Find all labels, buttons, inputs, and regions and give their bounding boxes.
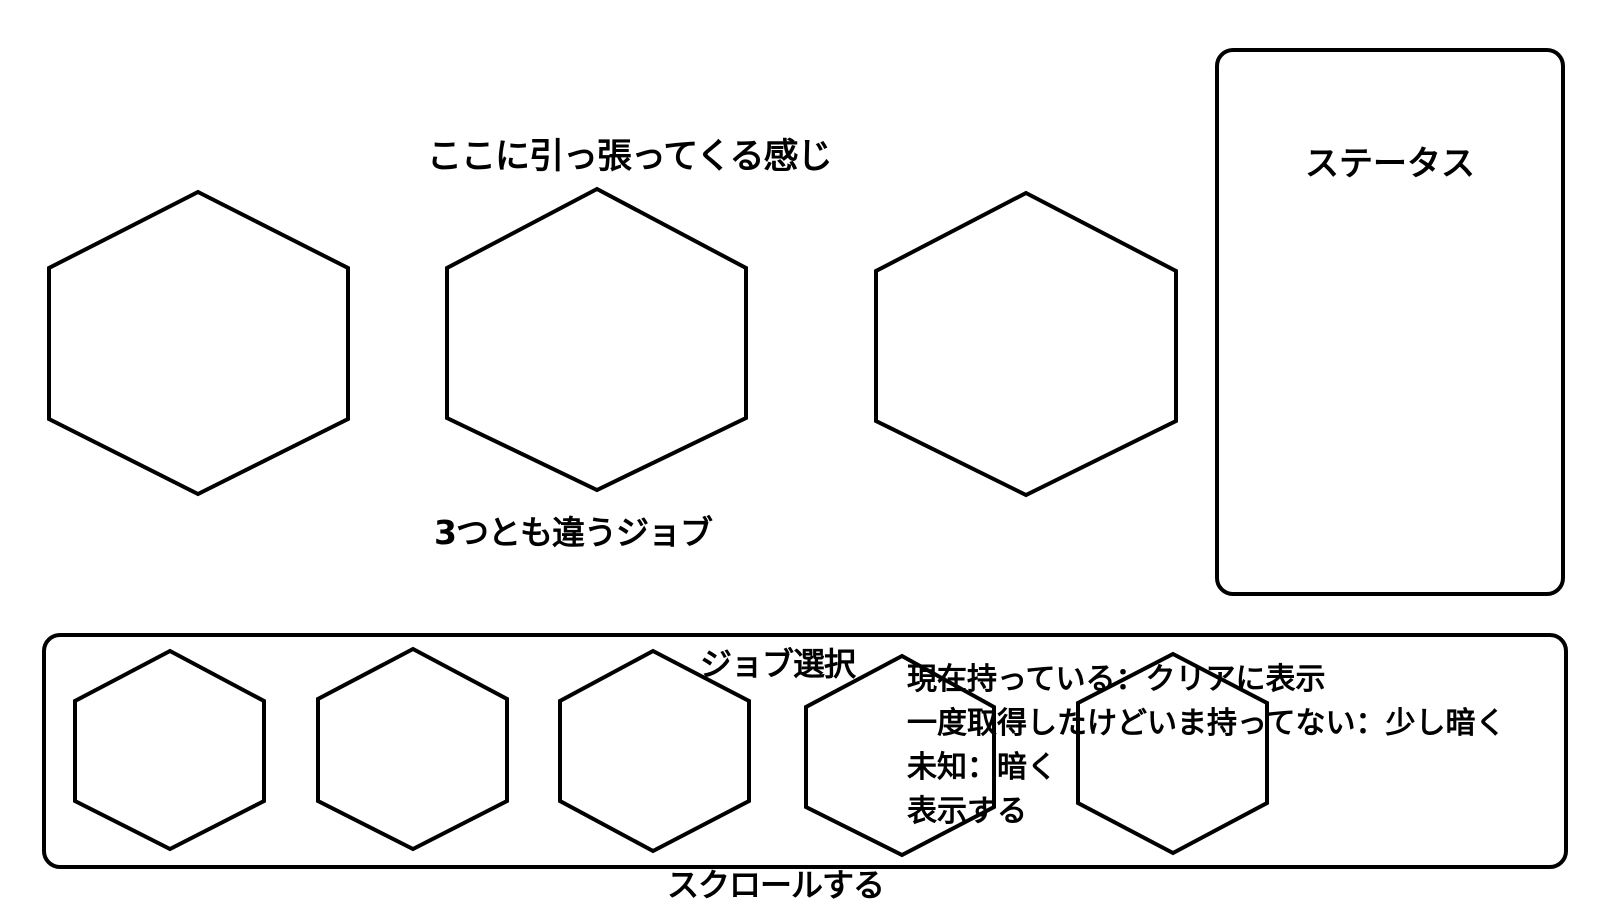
- different-jobs-label: 3つとも違うジョブ: [434, 513, 713, 552]
- selected-job-slot-2[interactable]: [445, 186, 748, 493]
- note-previously-owned: 一度取得したけどいま持ってない：少し暗く: [907, 706, 1506, 741]
- status-panel: ステータス: [1215, 48, 1565, 596]
- scroll-label: スクロールする: [667, 866, 885, 904]
- status-title: ステータス: [1305, 144, 1475, 184]
- note-unknown: 未知：暗く: [907, 750, 1057, 785]
- note-owned: 現在持っている：クリアに表示: [907, 662, 1326, 697]
- selected-job-slot-1[interactable]: [47, 189, 350, 497]
- note-display: 表示する: [907, 794, 1027, 829]
- pull-here-label: ここに引っ張ってくる感じ: [427, 137, 833, 177]
- job-selection-title: ジョブ選択: [700, 645, 856, 683]
- job-display-notes: 現在持っている：クリアに表示 一度取得したけどいま持ってない：少し暗く 未知：暗…: [907, 658, 1506, 834]
- selected-job-slot-3[interactable]: [874, 190, 1178, 498]
